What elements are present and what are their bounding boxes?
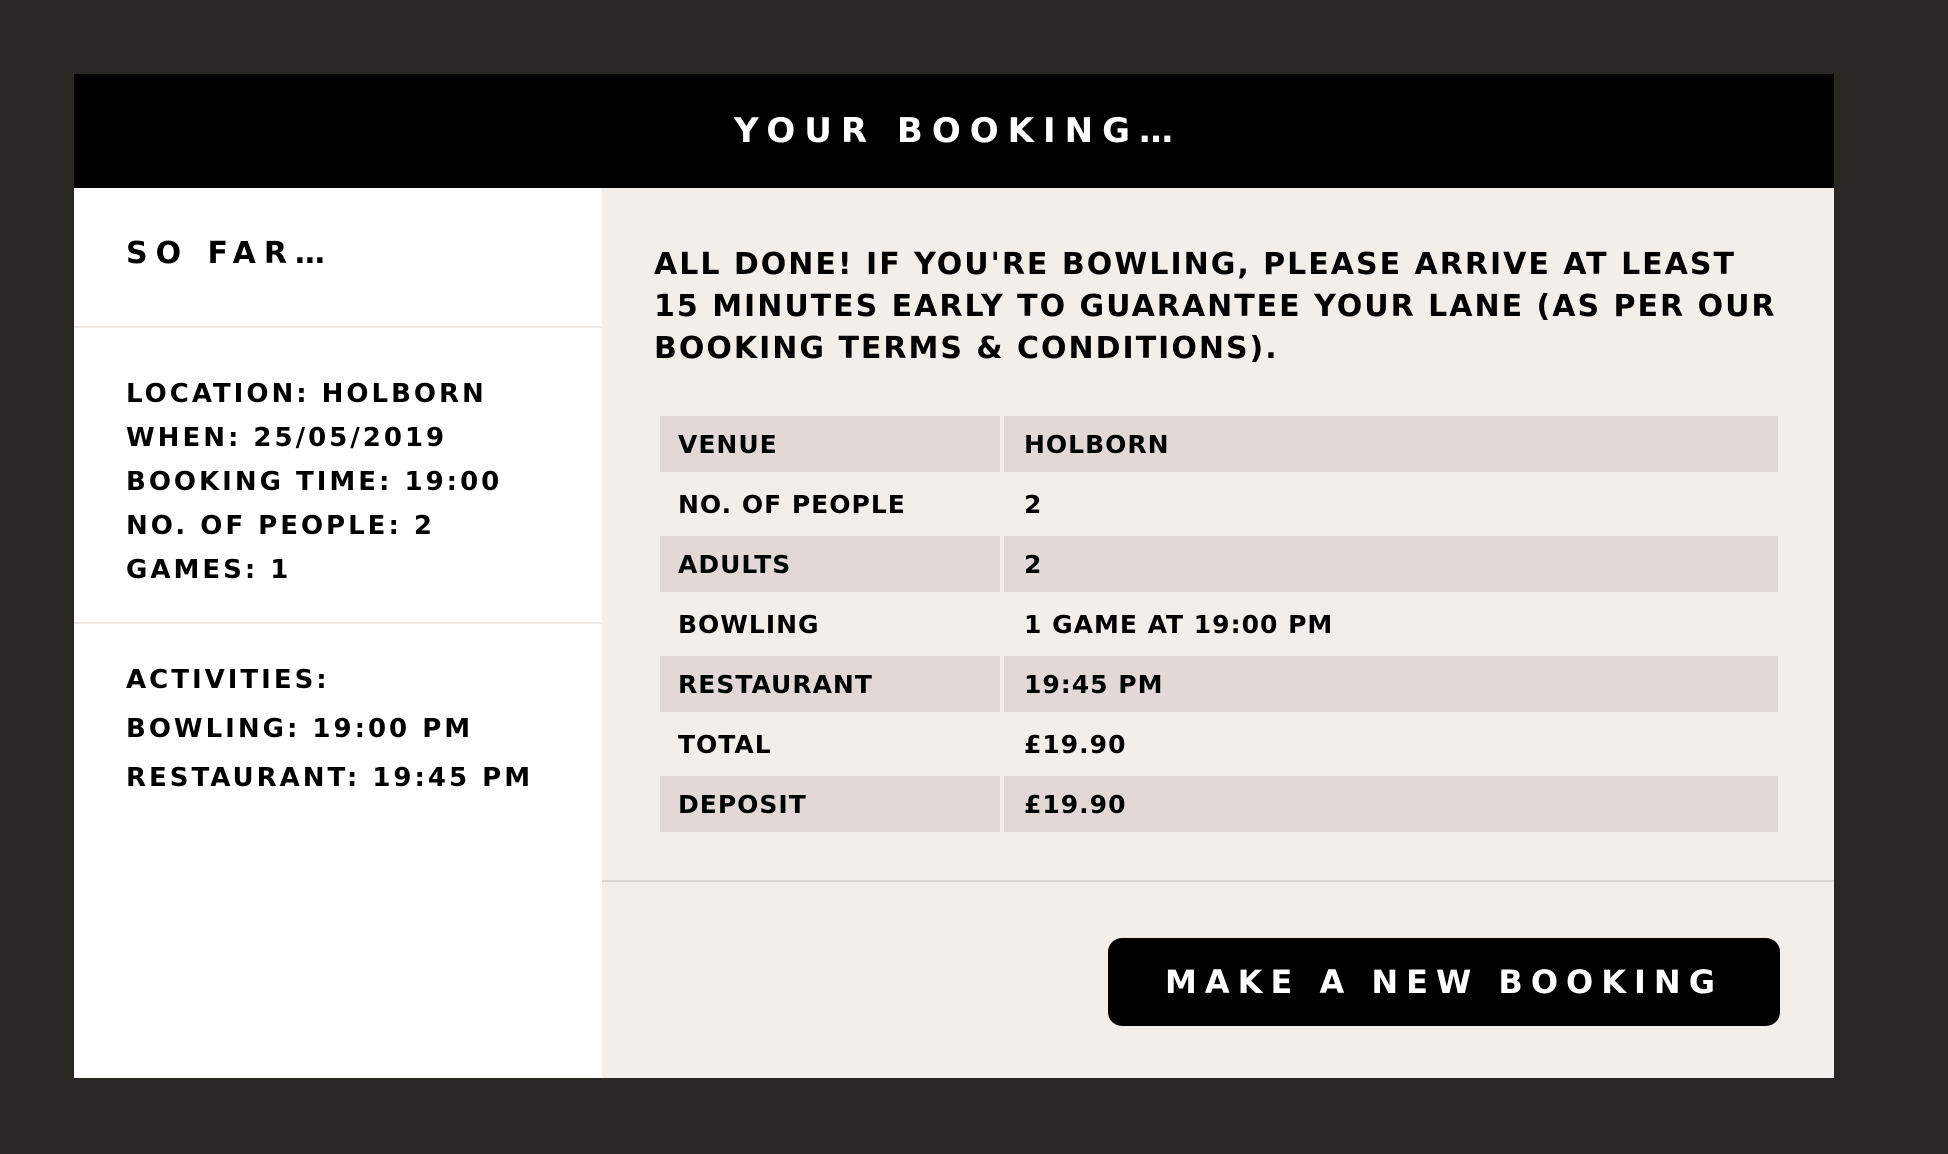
row-label: TOTAL [678,729,772,759]
row-value: HOLBORN [1000,416,1778,472]
make-new-booking-button[interactable]: MAKE A NEW BOOKING [1108,938,1780,1026]
summary-title: SO FAR… [126,236,333,271]
modal-title: YOUR BOOKING… [733,111,1183,151]
booking-modal: YOUR BOOKING… SO FAR… LOCATION: HOLBORN … [74,74,1834,1078]
table-row: RESTAURANT 19:45 PM [660,656,1778,712]
row-value: £19.90 [1000,776,1778,832]
table-row: BOWLING 1 GAME AT 19:00 PM [660,596,1778,652]
row-value: 2 [1000,536,1778,592]
booking-details-table: VENUE HOLBORN NO. OF PEOPLE 2 ADULTS 2 B… [660,412,1778,836]
confirmation-content: ALL DONE! IF YOU'RE BOWLING, PLEASE ARRI… [602,188,1834,882]
row-label: BOWLING [678,609,820,639]
summary-booking-time: BOOKING TIME: 19:00 [126,467,503,497]
table-row: NO. OF PEOPLE 2 [660,476,1778,532]
confirmation-panel: ALL DONE! IF YOU'RE BOWLING, PLEASE ARRI… [602,188,1834,1078]
confirmation-message: ALL DONE! IF YOU'RE BOWLING, PLEASE ARRI… [654,247,1777,366]
summary-games: GAMES: 1 [126,555,292,585]
row-label: VENUE [660,416,1000,472]
activities-label: ACTIVITIES: [126,665,330,695]
summary-header: SO FAR… [74,188,602,328]
table-row: VENUE HOLBORN [660,416,1778,472]
row-value: 1 GAME AT 19:00 PM [1024,609,1334,639]
row-value: 2 [1024,489,1043,519]
row-value: £19.90 [1024,729,1127,759]
table-row: TOTAL £19.90 [660,716,1778,772]
summary-people: NO. OF PEOPLE: 2 [126,511,435,541]
row-value: 19:45 PM [1000,656,1778,712]
row-label: DEPOSIT [660,776,1000,832]
booking-summary-panel: SO FAR… LOCATION: HOLBORN WHEN: 25/05/20… [74,188,602,1078]
activity-bowling: BOWLING: 19:00 PM [126,714,474,744]
summary-activities: ACTIVITIES: BOWLING: 19:00 PM RESTAURANT… [74,624,602,803]
confirmation-actions: MAKE A NEW BOOKING [602,882,1834,1078]
modal-header: YOUR BOOKING… [74,74,1834,188]
modal-body: SO FAR… LOCATION: HOLBORN WHEN: 25/05/20… [74,188,1834,1078]
summary-details: LOCATION: HOLBORN WHEN: 25/05/2019 BOOKI… [74,328,602,624]
row-label: NO. OF PEOPLE [678,489,906,519]
summary-date: WHEN: 25/05/2019 [126,423,448,453]
activity-restaurant: RESTAURANT: 19:45 PM [126,763,534,793]
row-label: RESTAURANT [660,656,1000,712]
table-row: ADULTS 2 [660,536,1778,592]
summary-location: LOCATION: HOLBORN [126,379,487,409]
table-row: DEPOSIT £19.90 [660,776,1778,832]
row-label: ADULTS [660,536,1000,592]
